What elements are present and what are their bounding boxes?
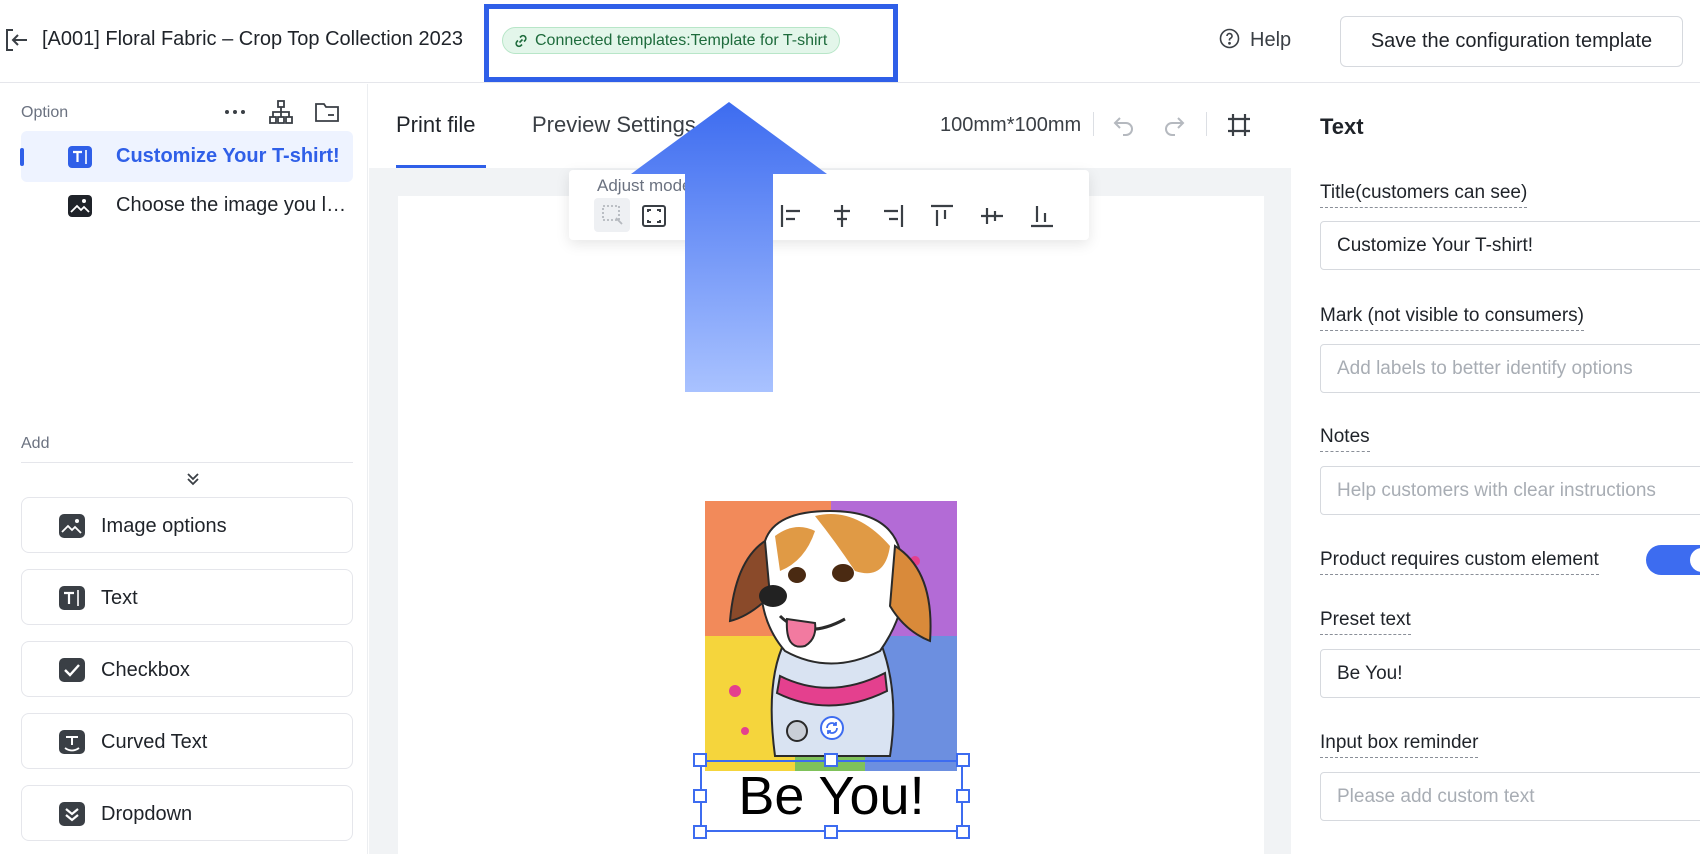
add-heading: Add [21,435,50,452]
add-item-label: Checkbox [101,659,190,681]
save-configuration-button[interactable]: Save the configuration template [1340,16,1683,67]
add-curved-text-button[interactable]: Curved Text [21,713,353,769]
panel-title: Text [1320,114,1364,139]
editor-area: Print file Preview Settings 100mm*100mm … [369,84,1291,854]
image-icon [59,514,85,538]
active-indicator [20,148,24,166]
resize-handle[interactable] [956,753,970,767]
requires-custom-label: Product requires custom element [1320,549,1599,575]
add-text-button[interactable]: Text [21,569,353,625]
undo-icon[interactable] [1111,112,1137,138]
resize-handle[interactable] [956,825,970,839]
resize-handle[interactable] [956,789,970,803]
requires-custom-toggle[interactable] [1646,545,1700,575]
resize-handle[interactable] [824,825,838,839]
canvas-text-element[interactable]: Be You! [700,760,963,832]
up-arrow-annotation [631,102,827,392]
tab-print-file[interactable]: Print file [396,112,475,138]
align-top-icon[interactable] [928,202,956,230]
title-input[interactable]: Customize Your T-shirt! [1320,221,1700,270]
mark-input[interactable]: Add labels to better identify options [1320,344,1700,393]
redo-icon[interactable] [1161,112,1187,138]
text-icon [59,586,85,610]
divider [21,462,353,463]
preset-text-label: Preset text [1320,609,1411,635]
hierarchy-icon[interactable] [268,99,294,125]
help-label: Help [1250,29,1292,51]
align-right-icon[interactable] [878,202,906,230]
add-dropdown-button[interactable]: Dropdown [21,785,353,841]
select-area-icon [602,205,623,225]
option-toolbar [222,98,340,126]
add-item-label: Image options [101,515,227,537]
folder-icon[interactable] [314,99,340,125]
rotate-icon[interactable] [819,715,845,741]
exit-icon[interactable] [4,27,30,53]
connected-template-badge[interactable]: Connected templates:Template for T-shirt [502,27,841,54]
dropdown-icon [59,802,85,826]
editor-tabs: Print file Preview Settings 100mm*100mm [369,84,1291,168]
resize-handle[interactable] [693,753,707,767]
crop-frame-icon[interactable] [1226,112,1252,138]
option-item-customize[interactable]: Customize Your T-shirt! [20,131,353,182]
text-icon [68,146,92,168]
link-icon [515,34,527,48]
divider [1093,112,1094,136]
add-item-label: Text [101,587,138,609]
connected-template-text: Connected templates:Template for T-shirt [535,32,828,49]
option-label: Choose the image you like [116,194,348,216]
add-checkbox-button[interactable]: Checkbox [21,641,353,697]
option-item-choose-image[interactable]: Choose the image you like [21,180,353,231]
add-item-label: Dropdown [101,803,193,825]
resize-handle[interactable] [693,789,707,803]
mark-field-label: Mark (not visible to consumers) [1320,305,1584,331]
align-bottom-icon[interactable] [1028,202,1056,230]
option-label: Customize Your T-shirt! [116,145,340,167]
input-reminder-input[interactable]: Please add custom text [1320,772,1700,821]
preset-text-input[interactable]: Be You! [1320,649,1700,698]
align-center-icon[interactable] [828,202,856,230]
align-middle-icon[interactable] [978,202,1006,230]
image-icon [68,195,92,217]
document-title: [A001] Floral Fabric – Crop Top Collecti… [42,28,463,50]
divider [1206,112,1207,136]
question-icon [1219,28,1240,49]
active-tab-underline [396,165,486,168]
title-field-label: Title(customers can see) [1320,182,1528,208]
toggle-knob [1690,548,1700,572]
curved-text-icon [59,730,85,754]
notes-field-label: Notes [1320,426,1370,452]
option-heading: Option [21,104,69,121]
input-reminder-label: Input box reminder [1320,732,1479,758]
checkbox-icon [59,658,85,682]
add-image-options-button[interactable]: Image options [21,497,353,553]
help-link[interactable]: Help [1219,28,1291,52]
top-bar: [A001] Floral Fabric – Crop Top Collecti… [0,0,1700,83]
notes-input[interactable]: Help customers with clear instructions [1320,466,1700,515]
canvas-size-label: 100mm*100mm [940,114,1082,136]
properties-panel: Text Title(customers can see) Customize … [1292,84,1700,854]
resize-handle[interactable] [693,825,707,839]
left-panel: Option Customize Your T-shirt! Choose th… [0,84,368,854]
select-mode-button[interactable] [594,198,630,232]
add-item-label: Curved Text [101,731,208,753]
more-icon[interactable] [222,99,248,125]
resize-handle[interactable] [824,753,838,767]
double-chevron-down-icon[interactable] [184,470,202,488]
